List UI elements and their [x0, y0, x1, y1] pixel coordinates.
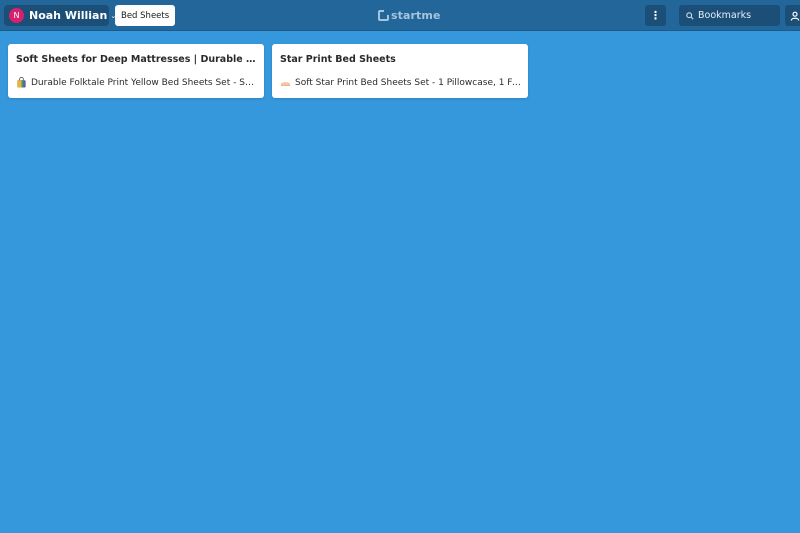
- bed-icon: [280, 82, 291, 86]
- more-options-button[interactable]: ⋮: [645, 5, 666, 26]
- startme-logo[interactable]: startme: [378, 8, 441, 23]
- bookmark-widget: Soft Sheets for Deep Mattresses | Durabl…: [8, 44, 264, 98]
- search-input[interactable]: [698, 10, 778, 21]
- logo-text: startme: [391, 9, 441, 22]
- search-icon: [686, 11, 694, 20]
- bookmark-widget: Star Print Bed Sheets Soft Star Print Be…: [272, 44, 528, 98]
- search-bookmarks[interactable]: [679, 5, 780, 26]
- user-avatar: N: [9, 8, 24, 23]
- bookmark-label: Soft Star Print Bed Sheets Set - 1 Pillo…: [295, 77, 522, 88]
- page-tab-bed-sheets[interactable]: Bed Sheets: [115, 5, 176, 26]
- user-menu-button[interactable]: N Noah Willian ⌄: [4, 5, 116, 26]
- widget-title[interactable]: Soft Sheets for Deep Mattresses | Durabl…: [16, 54, 256, 65]
- bookmark-label: Durable Folktale Print Yellow Bed Sheets…: [31, 77, 258, 88]
- widget-title[interactable]: Star Print Bed Sheets: [280, 54, 520, 65]
- startme-logo-icon: [378, 10, 389, 21]
- profile-button[interactable]: [785, 5, 800, 26]
- shopping-bag-icon: [17, 77, 26, 88]
- user-name: Noah Willian: [29, 9, 108, 22]
- bookmark-link[interactable]: Soft Star Print Bed Sheets Set - 1 Pillo…: [280, 77, 522, 88]
- top-bar: N Noah Willian ⌄ Bed Sheets startme ⋮: [0, 0, 800, 31]
- bookmark-link[interactable]: Durable Folktale Print Yellow Bed Sheets…: [16, 77, 258, 88]
- user-icon: [790, 11, 800, 21]
- more-vertical-icon: ⋮: [650, 9, 661, 22]
